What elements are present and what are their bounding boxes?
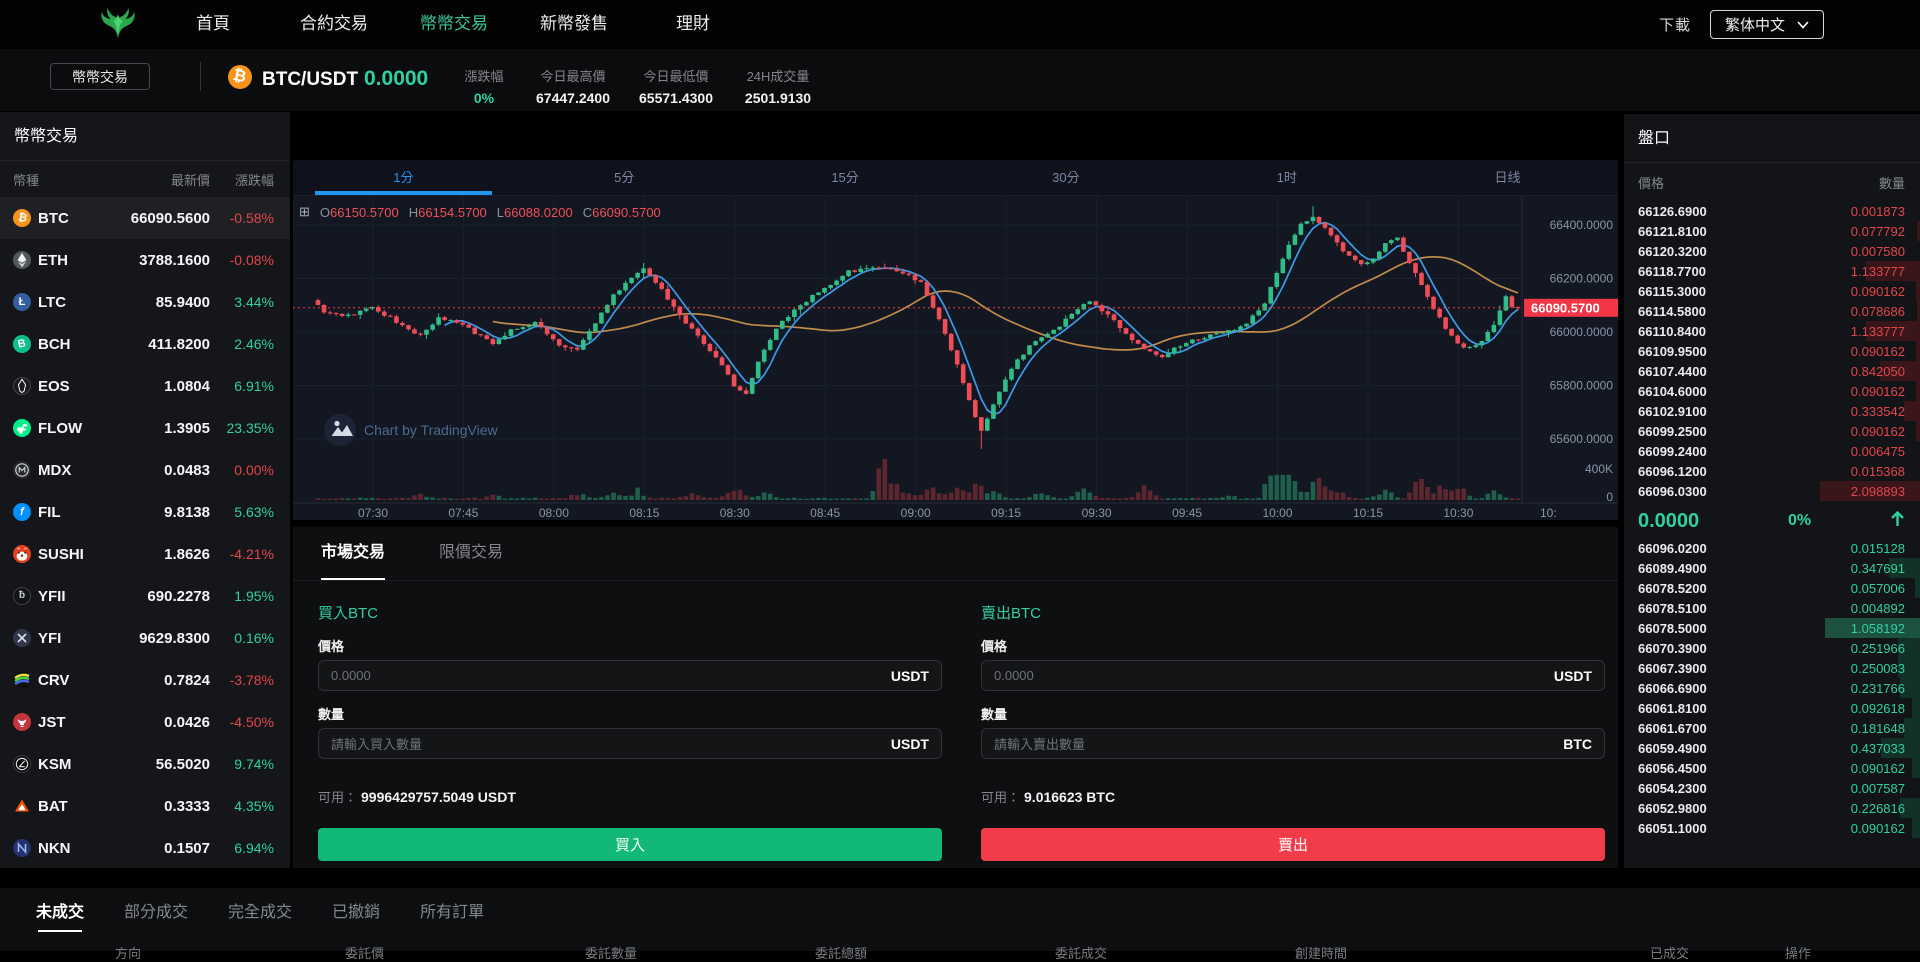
- svg-text:10:15: 10:15: [1353, 506, 1383, 520]
- svg-text:66400.0000: 66400.0000: [1550, 218, 1614, 232]
- svg-text:09:30: 09:30: [1082, 506, 1112, 520]
- svg-text:09:15: 09:15: [991, 506, 1021, 520]
- svg-text:08:15: 08:15: [629, 506, 659, 520]
- svg-text:07:45: 07:45: [448, 506, 478, 520]
- svg-text:65800.0000: 65800.0000: [1550, 379, 1614, 393]
- svg-text:Chart by TradingView: Chart by TradingView: [364, 422, 498, 438]
- svg-text:07:30: 07:30: [358, 506, 388, 520]
- svg-text:65600.0000: 65600.0000: [1550, 432, 1614, 446]
- svg-text:66090.5700: 66090.5700: [1531, 300, 1600, 315]
- svg-text:08:45: 08:45: [810, 506, 840, 520]
- svg-text:0: 0: [1606, 490, 1613, 504]
- svg-text:10:30: 10:30: [1443, 506, 1473, 520]
- svg-text:10:: 10:: [1540, 506, 1557, 520]
- svg-text:08:30: 08:30: [720, 506, 750, 520]
- svg-text:66200.0000: 66200.0000: [1550, 272, 1614, 286]
- svg-text:09:00: 09:00: [901, 506, 931, 520]
- svg-text:08:00: 08:00: [539, 506, 569, 520]
- svg-text:09:45: 09:45: [1172, 506, 1202, 520]
- svg-text:10:00: 10:00: [1262, 506, 1292, 520]
- svg-text:66000.0000: 66000.0000: [1550, 325, 1614, 339]
- svg-text:400K: 400K: [1585, 462, 1613, 476]
